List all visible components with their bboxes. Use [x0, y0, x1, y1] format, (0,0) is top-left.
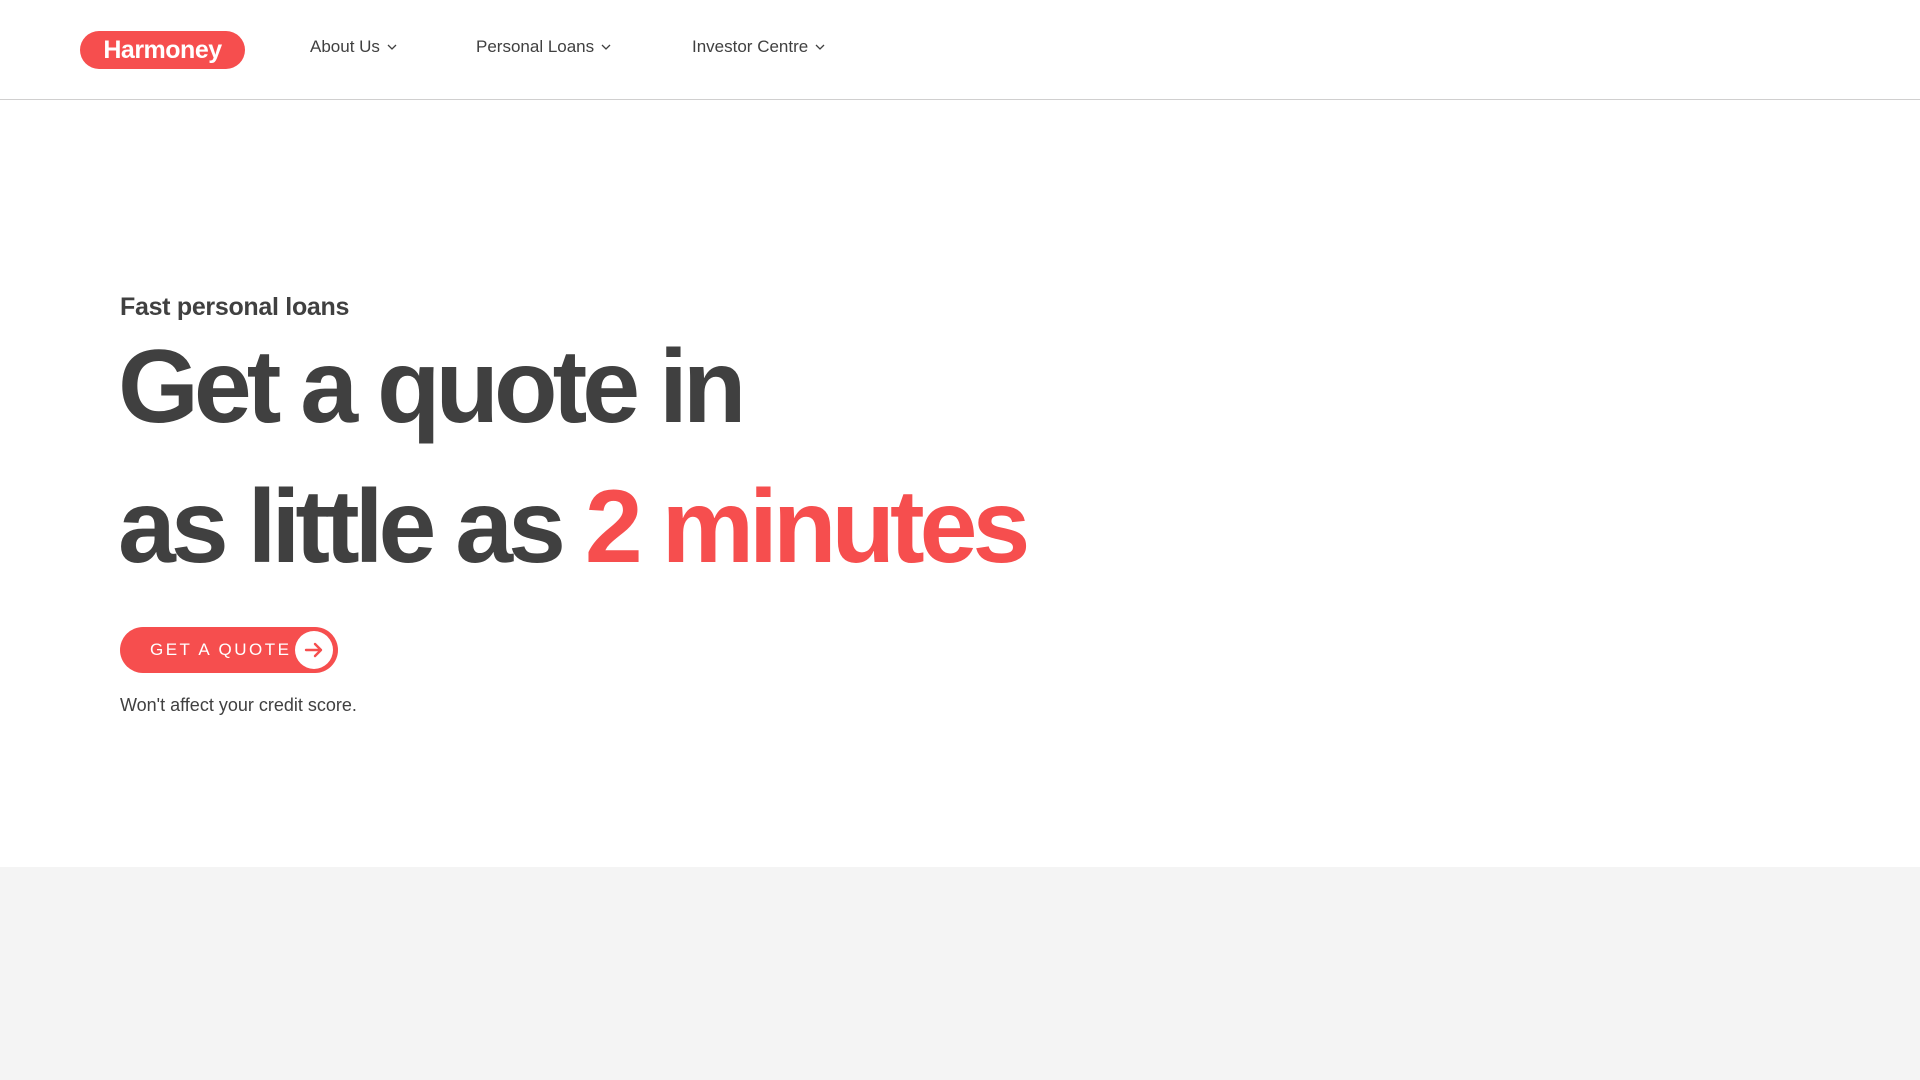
- chevron-down-icon: [601, 44, 611, 50]
- hero-headline-prefix: as little as: [118, 469, 585, 585]
- nav-personal-loans[interactable]: Personal Loans: [476, 37, 612, 57]
- nav-investor-centre-label: Investor Centre: [692, 37, 809, 56]
- nav-investor-centre[interactable]: Investor Centre: [692, 37, 826, 57]
- nav-personal-loans-label: Personal Loans: [476, 37, 595, 56]
- credit-score-note: Won't affect your credit score.: [120, 695, 357, 715]
- nav-about-us[interactable]: About Us: [310, 37, 398, 57]
- chevron-down-icon: [387, 44, 397, 50]
- nav-about-us-label: About Us: [310, 37, 380, 56]
- hero-headline-line1: Get a quote in: [118, 329, 746, 445]
- harmoney-logo[interactable]: Harmoney: [80, 31, 245, 69]
- get-a-quote-label: GET A QUOTE: [150, 640, 292, 659]
- chevron-down-icon: [815, 44, 825, 50]
- get-a-quote-button[interactable]: GET A QUOTE: [120, 627, 338, 673]
- hero-section: Fast personal loans Get a quote in as li…: [0, 101, 1920, 867]
- hero-headline-line2: as little as 2 minutes: [118, 475, 1030, 579]
- bottom-band: [0, 867, 1920, 1080]
- hero-headline-accent: 2 minutes: [584, 469, 1030, 585]
- hero-eyebrow: Fast personal loans: [120, 293, 350, 321]
- arrow-right-icon: [295, 631, 333, 669]
- site-header: Harmoney About Us Personal Loans Investo…: [0, 0, 1920, 100]
